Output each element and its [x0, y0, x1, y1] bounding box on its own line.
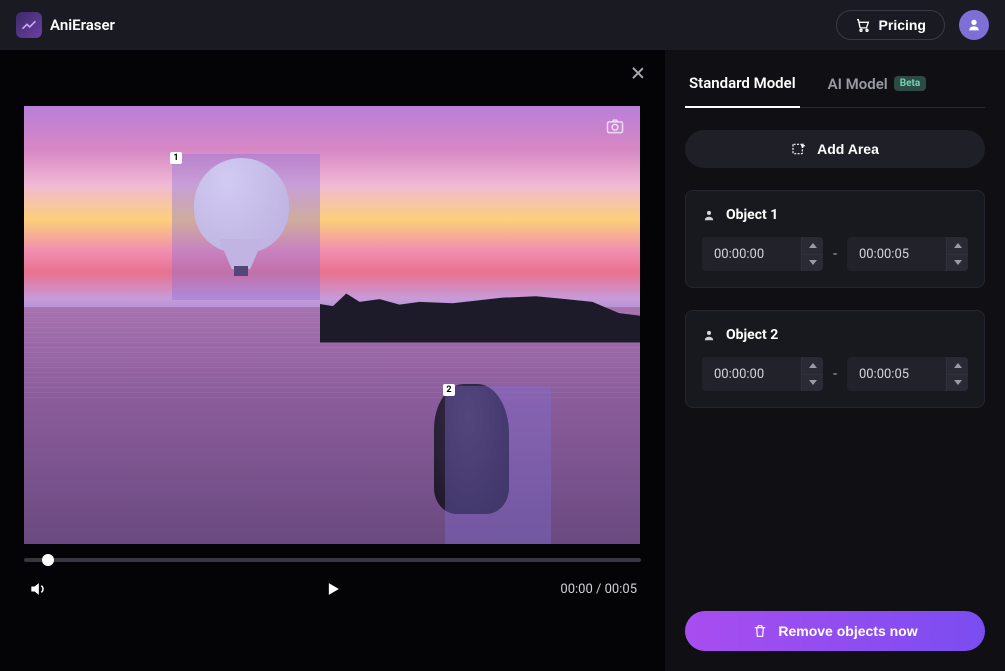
object1-end-field[interactable]: 00:00:05	[847, 237, 968, 271]
object1-end-up[interactable]	[947, 237, 968, 255]
object-card-1: Object 1 00:00:00 - 00:00:05	[685, 190, 985, 288]
time-label: 00:00 / 00:05	[560, 582, 637, 597]
object-card-2: Object 2 00:00:00 - 00:00:05	[685, 310, 985, 408]
dash: -	[833, 246, 837, 262]
video-frame[interactable]: 1 2	[24, 106, 640, 544]
object-title-2: Object 2	[702, 327, 968, 343]
seek-bar[interactable]	[24, 558, 641, 562]
play-icon[interactable]	[323, 579, 343, 599]
pricing-label: Pricing	[879, 17, 926, 33]
object2-end-down[interactable]	[947, 375, 968, 392]
object-icon	[702, 208, 716, 222]
cart-icon	[855, 17, 871, 33]
brand-logo	[16, 12, 42, 38]
object2-start-down[interactable]	[802, 375, 823, 392]
canvas-area: 1 2 00:00 / 00:05	[0, 50, 665, 671]
object2-end-up[interactable]	[947, 357, 968, 375]
trash-icon	[752, 623, 768, 639]
model-tabs: Standard Model AI Model Beta	[685, 62, 985, 108]
pricing-button[interactable]: Pricing	[836, 10, 945, 40]
dash: -	[833, 366, 837, 382]
selection-badge-1: 1	[170, 152, 182, 164]
selection-badge-2: 2	[443, 384, 455, 396]
object1-start-field[interactable]: 00:00:00	[702, 237, 823, 271]
remove-objects-button[interactable]: Remove objects now	[685, 611, 985, 651]
user-icon	[966, 17, 982, 33]
object2-start-up[interactable]	[802, 357, 823, 375]
object-title-1: Object 1	[702, 207, 968, 223]
brand-name: AniEraser	[50, 16, 115, 34]
object2-end-field[interactable]: 00:00:05	[847, 357, 968, 391]
selection-overlay-1[interactable]: 1	[172, 154, 320, 300]
app-header: AniEraser Pricing	[0, 0, 1005, 50]
tab-ai-model[interactable]: AI Model Beta	[824, 62, 931, 107]
object1-end-down[interactable]	[947, 255, 968, 272]
sidebar: Standard Model AI Model Beta Add Area Ob…	[665, 50, 1005, 671]
brand: AniEraser	[16, 12, 115, 38]
header-right: Pricing	[836, 10, 989, 40]
add-area-button[interactable]: Add Area	[685, 130, 985, 168]
avatar[interactable]	[959, 10, 989, 40]
tab-standard-model[interactable]: Standard Model	[685, 62, 800, 108]
object2-start-field[interactable]: 00:00:00	[702, 357, 823, 391]
add-area-icon	[791, 141, 807, 157]
playback-controls: 00:00 / 00:05	[24, 554, 641, 602]
volume-icon[interactable]	[28, 579, 48, 599]
beta-badge: Beta	[894, 76, 927, 91]
camera-icon[interactable]	[602, 116, 628, 136]
main-layout: 1 2 00:00 / 00:05 Standard Model	[0, 50, 1005, 671]
object-icon	[702, 328, 716, 342]
seek-thumb[interactable]	[42, 554, 54, 566]
selection-overlay-2[interactable]: 2	[445, 386, 551, 544]
object1-start-down[interactable]	[802, 255, 823, 272]
close-icon[interactable]	[631, 66, 645, 80]
object1-start-up[interactable]	[802, 237, 823, 255]
